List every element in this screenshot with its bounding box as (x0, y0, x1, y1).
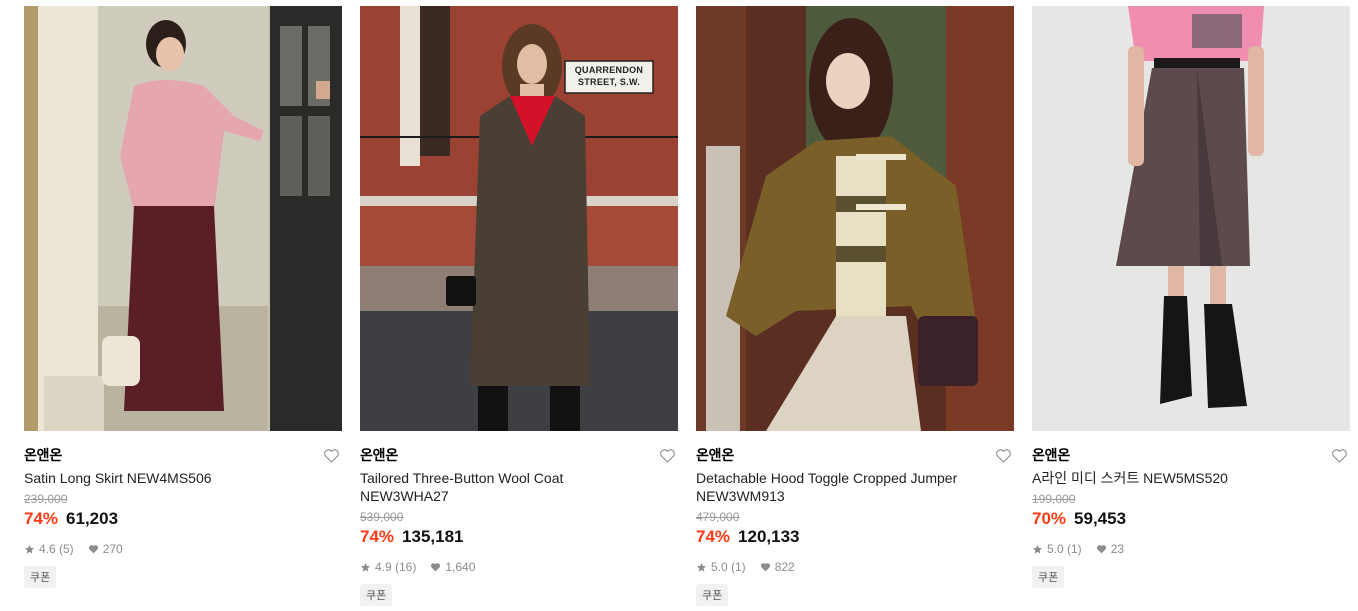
heart-filled-icon (431, 563, 441, 572)
heart-outline-icon[interactable] (995, 448, 1012, 463)
product-grid: 온앤온 Satin Long Skirt NEW4MS506 239,000 7… (0, 0, 1358, 611)
star-icon (360, 562, 371, 572)
star-icon (696, 562, 707, 572)
likes-count: 1,640 (445, 560, 476, 574)
product-card[interactable]: 온앤온 Satin Long Skirt NEW4MS506 239,000 7… (24, 6, 342, 588)
original-price: 479,000 (696, 510, 740, 524)
heart-filled-icon (760, 563, 770, 572)
coupon-badge: 쿠폰 (1032, 566, 1065, 588)
brand-name[interactable]: 온앤온 (696, 445, 734, 465)
product-name[interactable]: A라인 미디 스커트 NEW5MS520 (1032, 469, 1322, 487)
discount-rate: 74% (696, 527, 731, 546)
discount-rate: 70% (1032, 509, 1067, 528)
brand-name[interactable]: 온앤온 (24, 445, 62, 465)
product-name[interactable]: Tailored Three-Button Wool Coat NEW3WHA2… (360, 469, 650, 505)
product-card[interactable]: QUARRENDON STREET, S.W. 온앤온 Tailored Thr… (360, 6, 678, 606)
original-price: 199,000 (1032, 492, 1076, 506)
product-name[interactable]: Detachable Hood Toggle Cropped Jumper NE… (696, 469, 986, 505)
product-image[interactable]: QUARRENDON STREET, S.W. (360, 6, 678, 431)
rating-text: 5.0 (1) (1047, 542, 1082, 556)
heart-filled-icon (88, 545, 98, 554)
rating-text: 5.0 (1) (711, 560, 746, 574)
likes-count: 270 (102, 542, 123, 556)
sale-price: 61,203 (66, 509, 119, 528)
heart-outline-icon[interactable] (659, 448, 676, 463)
original-price: 539,000 (360, 510, 404, 524)
product-photo-cropped-jumper (696, 6, 1014, 431)
product-card[interactable]: 온앤온 Detachable Hood Toggle Cropped Jumpe… (696, 6, 1014, 606)
rating-text: 4.6 (5) (39, 542, 74, 556)
sale-price: 59,453 (1074, 509, 1127, 528)
sale-price: 120,133 (738, 527, 800, 546)
brand-name[interactable]: 온앤온 (360, 445, 398, 465)
star-icon (24, 544, 35, 554)
discount-rate: 74% (360, 527, 395, 546)
product-photo-a-line-skirt (1032, 6, 1350, 431)
heart-outline-icon[interactable] (1331, 448, 1348, 463)
star-icon (1032, 544, 1043, 554)
original-price: 239,000 (24, 492, 68, 506)
street-sign-text: QUARRENDON STREET, S.W. (574, 65, 644, 87)
product-card[interactable]: 온앤온 A라인 미디 스커트 NEW5MS520 199,000 70% 59,… (1032, 6, 1350, 588)
brand-name[interactable]: 온앤온 (1032, 445, 1070, 465)
heart-filled-icon (1096, 545, 1106, 554)
sale-price: 135,181 (402, 527, 464, 546)
coupon-badge: 쿠폰 (24, 566, 57, 588)
product-image[interactable] (24, 6, 342, 431)
product-name[interactable]: Satin Long Skirt NEW4MS506 (24, 469, 314, 487)
rating-text: 4.9 (16) (375, 560, 417, 574)
heart-outline-icon[interactable] (323, 448, 340, 463)
likes-count: 23 (1110, 542, 1125, 556)
coupon-badge: 쿠폰 (696, 584, 729, 606)
coupon-badge: 쿠폰 (360, 584, 393, 606)
product-image[interactable] (696, 6, 1014, 431)
product-photo-pink-knit-satin-skirt (24, 6, 342, 431)
product-image[interactable] (1032, 6, 1350, 431)
discount-rate: 74% (24, 509, 59, 528)
likes-count: 822 (774, 560, 795, 574)
